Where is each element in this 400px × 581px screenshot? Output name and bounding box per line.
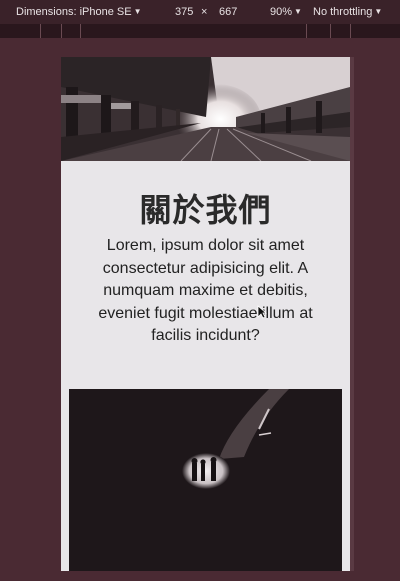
ruler-mark	[306, 24, 307, 38]
ruler-mark	[80, 24, 81, 38]
page-title: 關於我們	[139, 191, 272, 229]
ruler-mark	[330, 24, 331, 38]
device-viewport: 關於我們 Lorem, ipsum dolor sit amet consect…	[61, 57, 350, 571]
ruler-mark	[350, 24, 351, 38]
width-input[interactable]: 375	[175, 6, 193, 19]
device-toolbar: Dimensions: iPhone SE ▼ 375 × 667 90% ▼ No…	[0, 0, 400, 24]
throttling-select[interactable]: No throttling ▼	[313, 6, 382, 19]
throttling-select-label: No throttling	[313, 6, 373, 18]
viewport-scrollbar[interactable]	[350, 57, 354, 571]
about-paragraph: Lorem, ipsum dolor sit amet consectetur …	[98, 237, 313, 344]
dimension-separator: ×	[201, 6, 208, 18]
chevron-down-icon: ▼	[374, 7, 383, 16]
zoom-select[interactable]: 90% ▼	[270, 6, 302, 19]
zoom-select-label: 90%	[270, 6, 293, 18]
media-query-ruler[interactable]	[0, 24, 400, 38]
ruler-mark	[61, 24, 62, 38]
ruler-mark	[40, 24, 41, 38]
device-select[interactable]: Dimensions: iPhone SE ▼	[16, 6, 141, 19]
chevron-down-icon: ▼	[294, 7, 302, 16]
device-select-label: Dimensions: iPhone SE	[16, 6, 132, 18]
chevron-down-icon: ▼	[133, 7, 142, 16]
hero-train-station-image	[61, 57, 350, 161]
tunnel-image	[69, 389, 342, 571]
mouse-pointer-icon	[257, 305, 267, 319]
height-input[interactable]: 667	[219, 6, 237, 19]
